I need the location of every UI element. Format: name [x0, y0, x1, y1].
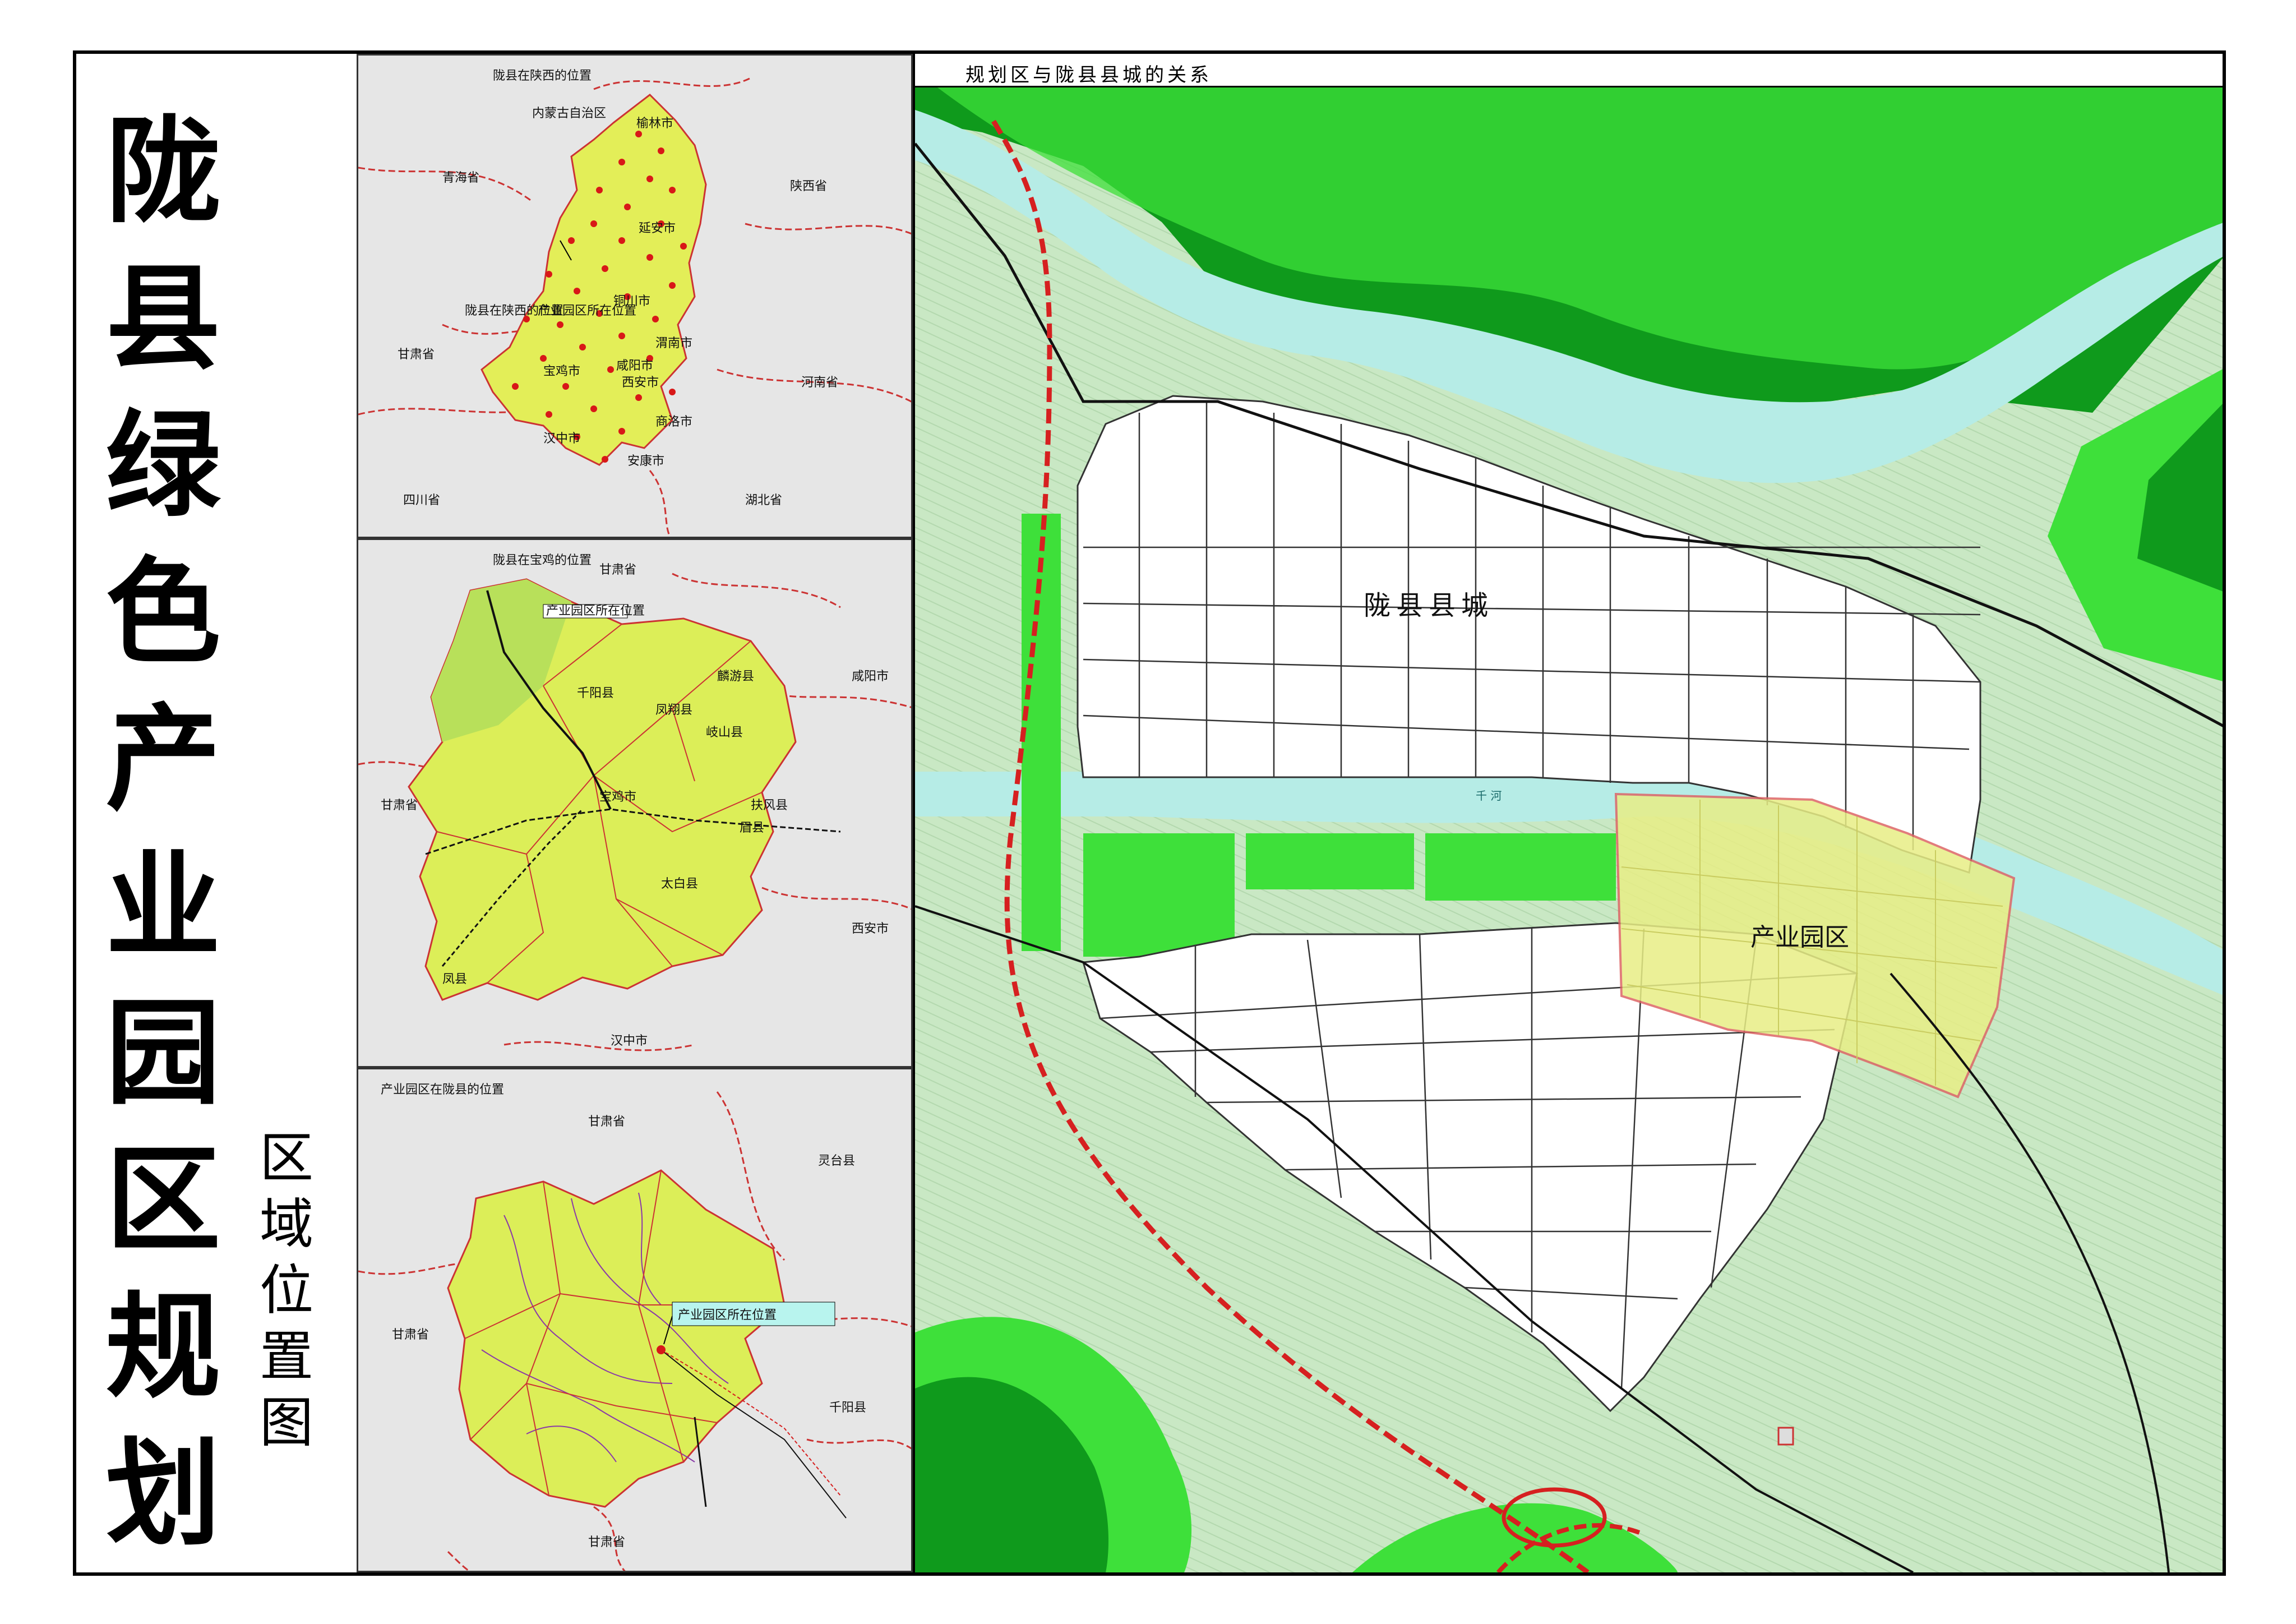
label-gansu-left: 甘肃省	[392, 1328, 429, 1342]
town-map-svg: 陇县县城 产业园区 千 河	[915, 54, 2223, 1572]
label-xian: 西安市	[622, 376, 659, 390]
main-title-char: 区	[105, 1134, 221, 1267]
map-header-title: 规划区与陇县县城的关系	[965, 64, 1212, 86]
main-title-char: 陇	[105, 105, 221, 239]
label-weinan: 渭南市	[655, 336, 692, 350]
panel-shaanxi: 陇县在陕西的位置 内蒙古自治区 青海省 陕西省 甘肃省 河南省 四川省 湖北省 …	[357, 54, 913, 538]
label-ankang: 安康市	[627, 454, 664, 468]
label-qianyang: 千阳县	[829, 1401, 866, 1415]
label-hubei: 湖北省	[745, 493, 782, 507]
label-xianyang: 咸阳市	[852, 670, 889, 684]
label-sichuan: 四川省	[403, 493, 440, 507]
sub-title-char: 区	[260, 1127, 313, 1189]
longxian-county	[447, 1169, 786, 1508]
label-gansu-bottom: 甘肃省	[588, 1535, 625, 1549]
main-title-char: 划	[105, 1428, 221, 1561]
river-label: 千 河	[1476, 789, 1502, 802]
panel-longxian: 产业园区在陇县的位置 甘肃省 甘肃省 甘肃省 灵台县 千阳县 产业园区所在位置	[357, 1068, 913, 1572]
baoji-map: 陇县在宝鸡的位置 甘肃省 甘肃省 咸阳市 西安市 汉中市 产业园区所在位置 千阳…	[358, 553, 911, 1051]
label-linyou: 麟游县	[717, 670, 754, 684]
label-lingtai: 灵台县	[818, 1154, 855, 1168]
label-yanan: 延安市	[639, 222, 676, 236]
main-title-char: 园	[105, 987, 221, 1120]
label-qishan: 岐山县	[706, 726, 743, 740]
label-baoji-city: 宝鸡市	[599, 790, 636, 804]
label-fengxian: 凤县	[442, 972, 467, 986]
main-title-char: 产	[105, 693, 221, 827]
sub-title-char: 图	[260, 1391, 313, 1454]
label-hanzhong: 汉中市	[543, 432, 580, 446]
panel1-title: 陇县在陕西的位置	[493, 69, 592, 83]
panel-baoji: 陇县在宝鸡的位置 甘肃省 甘肃省 咸阳市 西安市 汉中市 产业园区所在位置 千阳…	[357, 538, 913, 1068]
main-title-char: 规	[105, 1281, 221, 1414]
label-henan: 河南省	[801, 376, 838, 390]
label-yulin: 榆林市	[636, 117, 673, 131]
label-inner-mongolia: 内蒙古自治区	[532, 107, 606, 121]
main-title-char: 业	[105, 840, 221, 974]
label-park-marker-3: 产业园区所在位置	[678, 1308, 777, 1322]
sub-title-char: 置	[260, 1325, 313, 1388]
label-xianyang: 咸阳市	[616, 359, 653, 373]
park-label: 产业园区	[1750, 923, 1849, 952]
label-park-marker-2: 产业园区所在位置	[546, 604, 645, 618]
label-gansu: 甘肃省	[398, 348, 435, 362]
map-header: 规划区与陇县县城的关系	[915, 54, 2223, 87]
main-title: 陇 县 绿 色 产 业 园 区 规 划	[99, 99, 228, 1568]
label-qianyang: 千阳县	[577, 686, 614, 700]
main-title-char: 色	[105, 546, 221, 680]
longxian-map: 产业园区在陇县的位置 甘肃省 甘肃省 甘肃省 灵台县 千阳县 产业园区所在位置	[358, 1083, 911, 1571]
panel2-title: 陇县在宝鸡的位置	[493, 553, 592, 568]
label-fufeng: 扶风县	[751, 799, 788, 813]
label-xian: 西安市	[852, 922, 889, 936]
town-label: 陇县县城	[1364, 590, 1494, 621]
label-fengxiang: 凤翔县	[655, 703, 692, 717]
label-gansu-top: 甘肃省	[588, 1115, 625, 1129]
label-hanzhong: 汉中市	[611, 1034, 648, 1048]
label-shangluo: 商洛市	[655, 415, 692, 429]
label-baoji: 宝鸡市	[543, 365, 580, 379]
panel3-title: 产业园区在陇县的位置	[381, 1083, 504, 1097]
sub-title-char: 域	[260, 1193, 313, 1256]
main-title-char: 绿	[105, 399, 221, 533]
label-gansu-top: 甘肃省	[599, 563, 636, 577]
main-title-char: 县	[105, 252, 221, 386]
label-park-marker-1: 产业园区所在位置	[538, 304, 636, 318]
label-qinghai: 青海省	[442, 171, 479, 185]
town-relationship-map: 陇县县城 产业园区 千 河 规划区与陇县县城的关系	[913, 54, 2223, 1572]
shaanxi-map: 陇县在陕西的位置 内蒙古自治区 青海省 陕西省 甘肃省 河南省 四川省 湖北省 …	[358, 69, 911, 537]
label-gansu-left: 甘肃省	[381, 799, 418, 813]
label-meixian: 眉县	[740, 821, 764, 835]
label-shaanxi: 陕西省	[790, 179, 827, 193]
label-taibai: 太白县	[661, 877, 698, 891]
sub-title-char: 位	[260, 1259, 313, 1322]
sub-title: 区 域 位 置 图	[250, 1125, 323, 1456]
title-column: 陇 县 绿 色 产 业 园 区 规 划 区 域 位 置 图	[76, 54, 357, 1572]
